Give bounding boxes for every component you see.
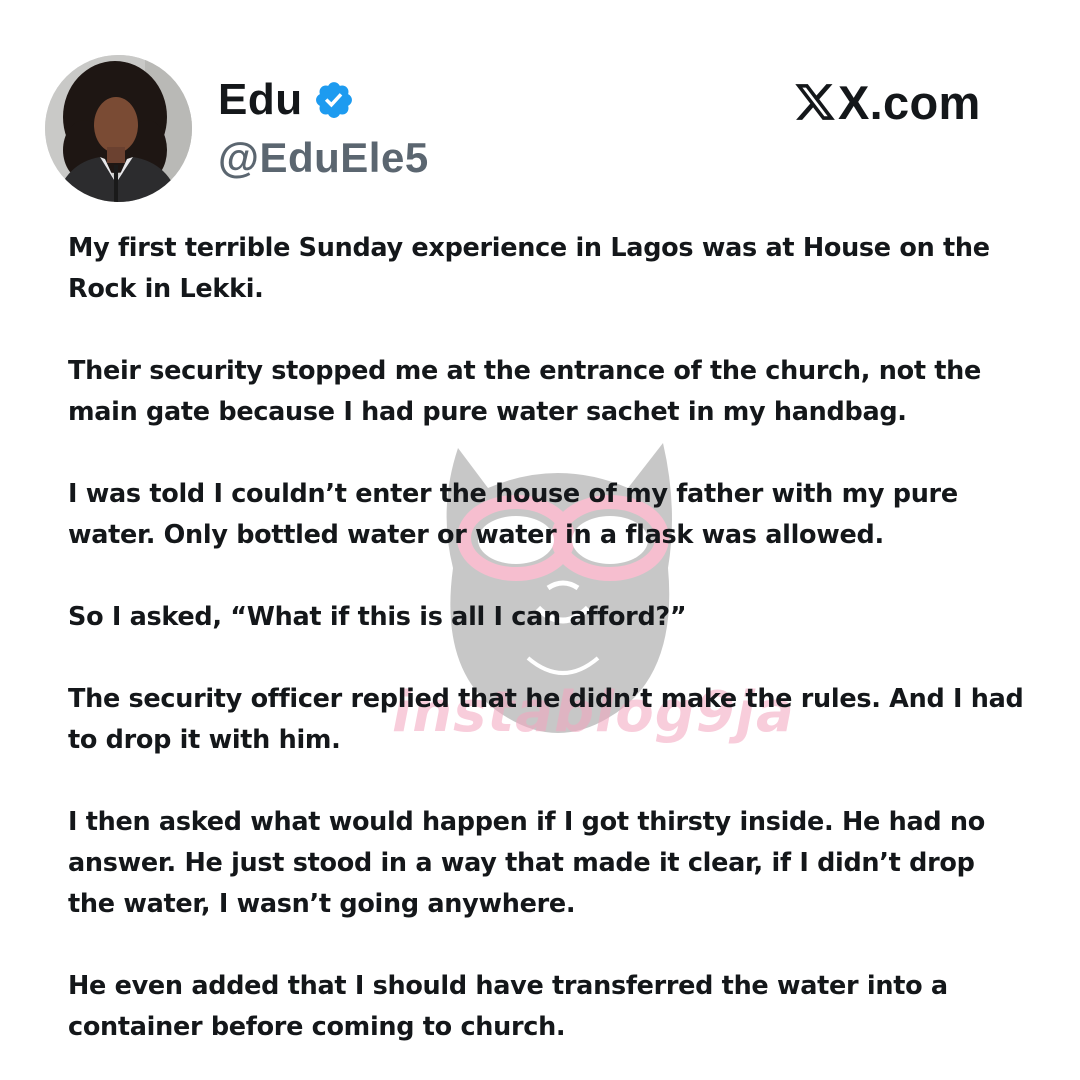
tweet-paragraph: I was told I couldn’t enter the house of… <box>68 479 958 550</box>
brand: X.com <box>793 74 981 130</box>
tweet-screenshot: Edu @EduEle5 X.com instablog9ja My first… <box>0 0 1080 1080</box>
tweet-paragraph: I then asked what would happen if I got … <box>68 807 985 919</box>
tweet-paragraph: The security officer replied that he did… <box>68 684 1024 755</box>
tweet-body: My first terrible Sunday experience in L… <box>68 228 1028 1048</box>
avatar-image <box>45 55 192 202</box>
author-name-row[interactable]: Edu <box>218 72 355 128</box>
tweet-paragraph: He even added that I should have transfe… <box>68 971 948 1042</box>
x-logo-icon <box>793 80 837 124</box>
display-name[interactable]: Edu <box>218 75 303 125</box>
avatar[interactable] <box>45 55 192 202</box>
brand-domain-text: X.com <box>838 75 981 129</box>
verified-badge-icon <box>313 79 355 121</box>
tweet-paragraph: So I asked, “What if this is all I can a… <box>68 602 687 632</box>
tweet-paragraph: Their security stopped me at the entranc… <box>68 356 982 427</box>
author-handle[interactable]: @EduEle5 <box>218 134 429 182</box>
tweet-paragraph: My first terrible Sunday experience in L… <box>68 233 990 304</box>
